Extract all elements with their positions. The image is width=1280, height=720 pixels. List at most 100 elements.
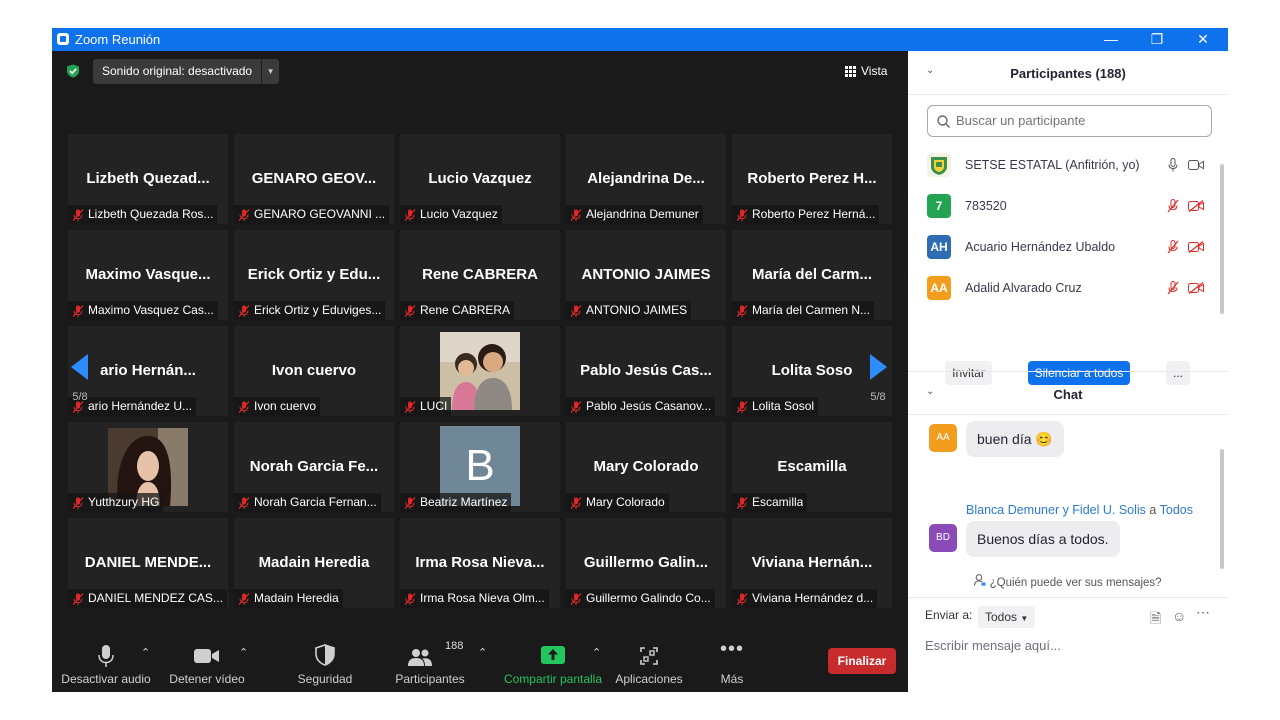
muted-mic-icon — [404, 400, 416, 413]
video-tile[interactable]: Ivon cuervo Ivon cuervo — [234, 326, 394, 416]
video-tile[interactable]: Pablo Jesús Cas... Pablo Jesús Casanov... — [566, 326, 726, 416]
chat-recipient[interactable]: Todos — [1160, 503, 1193, 517]
tile-display-name: Roberto Perez H... — [747, 170, 877, 187]
muted-mic-icon[interactable] — [1165, 199, 1181, 213]
view-button[interactable]: Vista — [845, 60, 887, 82]
muted-mic-icon — [570, 304, 582, 317]
video-tile[interactable]: Irma Rosa Nieva... Irma Rosa Nieva Olm... — [400, 518, 560, 608]
video-off-icon[interactable] — [1188, 281, 1204, 295]
share-options-caret[interactable]: ⌃ — [592, 646, 601, 659]
chat-scrollbar[interactable] — [1220, 449, 1224, 569]
participant-row[interactable]: SETSE ESTATAL (Anfitrión, yo) — [908, 146, 1218, 187]
tile-display-name: Lucio Vazquez — [428, 170, 532, 187]
video-tile[interactable]: Guillermo Galin... Guillermo Galindo Co..… — [566, 518, 726, 608]
security-label: Seguridad — [297, 672, 353, 686]
participant-row[interactable]: AA Adalid Alvarado Cruz — [908, 269, 1218, 310]
participant-search-input[interactable] — [956, 113, 1196, 128]
minimize-button[interactable]: — — [1089, 28, 1133, 51]
video-tile[interactable]: Erick Ortiz y Edu... Erick Ortiz y Eduvig… — [234, 230, 394, 320]
tile-name-text: Alejandrina Demuner — [586, 207, 699, 221]
chat-more-icon[interactable]: ⋯ — [1196, 604, 1210, 621]
encryption-shield-icon[interactable] — [66, 64, 80, 78]
muted-mic-icon — [404, 304, 416, 317]
mute-audio-button[interactable]: Desactivar audio — [58, 636, 154, 692]
participants-options-caret[interactable]: ⌃ — [478, 646, 487, 659]
who-can-see-label: ¿Quién puede ver sus mensajes? — [989, 577, 1162, 589]
right-arrow-icon — [870, 354, 887, 380]
video-tile[interactable]: Maximo Vasque... Maximo Vasquez Cas... — [68, 230, 228, 320]
video-off-icon[interactable] — [1188, 199, 1204, 213]
more-button[interactable]: ••• Más — [708, 636, 756, 692]
video-tile[interactable]: Madain Heredia Madain Heredia — [234, 518, 394, 608]
participant-list-scrollbar[interactable] — [1220, 164, 1224, 314]
chevron-down-icon[interactable]: ▼ — [261, 59, 279, 84]
audio-options-caret[interactable]: ⌃ — [141, 646, 150, 659]
video-tile[interactable]: B Beatriz Martínez — [400, 422, 560, 512]
participant-name: 783520 — [965, 199, 1007, 213]
video-camera-icon[interactable] — [1188, 158, 1204, 172]
chat-sender[interactable]: Blanca Demuner y Fidel U. Solis — [966, 503, 1146, 517]
tile-name-text: Pablo Jesús Casanov... — [586, 399, 712, 413]
apps-button[interactable]: Aplicaciones — [612, 636, 686, 692]
video-tile[interactable]: ANTONIO JAIMES ANTONIO JAIMES — [566, 230, 726, 320]
video-tile[interactable]: Roberto Perez H... Roberto Perez Herná... — [732, 134, 892, 224]
video-off-icon[interactable] — [1188, 240, 1204, 254]
muted-mic-icon — [570, 208, 582, 221]
video-tile[interactable]: LUCI — [400, 326, 560, 416]
tile-name-label: Alejandrina Demuner — [566, 205, 703, 224]
end-meeting-button[interactable]: Finalizar — [828, 648, 896, 674]
tile-name-label: Beatriz Martínez — [400, 493, 512, 512]
video-tile[interactable]: Escamilla Escamilla — [732, 422, 892, 512]
video-tile[interactable]: DANIEL MENDE... DANIEL MENDEZ CAS... — [68, 518, 228, 608]
security-button[interactable]: Seguridad — [288, 636, 362, 692]
muted-mic-icon — [736, 400, 748, 413]
tile-display-name: Mary Colorado — [593, 458, 699, 475]
zoom-app-icon — [57, 33, 69, 45]
video-tile[interactable]: Lizbeth Quezad... Lizbeth Quezada Ros... — [68, 134, 228, 224]
close-button[interactable]: ✕ — [1181, 28, 1225, 51]
muted-mic-icon — [404, 592, 416, 605]
video-tile[interactable]: Lucio Vazquez Lucio Vazquez — [400, 134, 560, 224]
who-can-see-messages[interactable]: ¿Quién puede ver sus mensajes? — [908, 574, 1228, 589]
search-icon — [937, 115, 950, 128]
original-sound-toggle[interactable]: Sonido original: desactivado ▼ — [93, 59, 280, 84]
participant-avatar: AA — [927, 276, 951, 300]
participants-button[interactable]: 188 Participantes — [392, 636, 468, 692]
microphone-icon[interactable] — [1165, 158, 1181, 172]
chat-avatar: AA — [929, 424, 957, 452]
video-tile[interactable]: GENARO GEOV... GENARO GEOVANNI ... — [234, 134, 394, 224]
muted-mic-icon[interactable] — [1165, 240, 1181, 254]
muted-mic-icon[interactable] — [1165, 281, 1181, 295]
stop-video-button[interactable]: Detener vídeo — [164, 636, 250, 692]
emoji-icon[interactable]: ☺ — [1172, 608, 1186, 624]
video-tile[interactable]: Norah Garcia Fe... Norah Garcia Fernan... — [234, 422, 394, 512]
participants-title: Participantes (188) — [1010, 66, 1126, 81]
file-icon[interactable]: 🗎 — [1150, 608, 1161, 632]
video-tile[interactable]: María del Carm... María del Carmen N... — [732, 230, 892, 320]
tile-display-name: ANTONIO JAIMES — [581, 266, 711, 283]
muted-mic-icon — [72, 304, 84, 317]
video-tile[interactable]: Rene CABRERA Rene CABRERA — [400, 230, 560, 320]
restore-button[interactable]: ❐ — [1135, 28, 1179, 51]
tile-display-name: Viviana Hernán... — [751, 554, 873, 571]
tile-name-label: Viviana Hernández d... — [732, 589, 878, 608]
video-tile[interactable]: Yutthzury HG — [68, 422, 228, 512]
participant-video-photo — [440, 332, 520, 410]
tile-name-label: Irma Rosa Nieva Olm... — [400, 589, 549, 608]
participants-header: ⌄ Participantes (188) — [908, 51, 1228, 95]
participant-row[interactable]: 7 783520 — [908, 187, 1218, 228]
chat-message-input[interactable]: Escribir mensaje aquí... — [925, 638, 1061, 653]
send-to-select[interactable]: Todos ▼ — [978, 606, 1036, 628]
video-tile[interactable]: Alejandrina De... Alejandrina Demuner — [566, 134, 726, 224]
share-screen-button[interactable]: Compartir pantalla — [500, 636, 606, 692]
tile-display-name: Ivon cuervo — [271, 362, 357, 379]
participant-row[interactable]: AH Acuario Hernández Ubaldo — [908, 228, 1218, 269]
tile-display-name: Maximo Vasque... — [85, 266, 211, 283]
next-page-button[interactable]: 5/8 — [860, 354, 896, 403]
video-options-caret[interactable]: ⌃ — [239, 646, 248, 659]
video-tile[interactable]: Mary Colorado Mary Colorado — [566, 422, 726, 512]
participant-search[interactable] — [927, 105, 1212, 137]
prev-page-button[interactable]: 5/8 — [62, 354, 98, 403]
video-tile[interactable]: Viviana Hernán... Viviana Hernández d... — [732, 518, 892, 608]
tile-display-name: GENARO GEOV... — [251, 170, 377, 187]
